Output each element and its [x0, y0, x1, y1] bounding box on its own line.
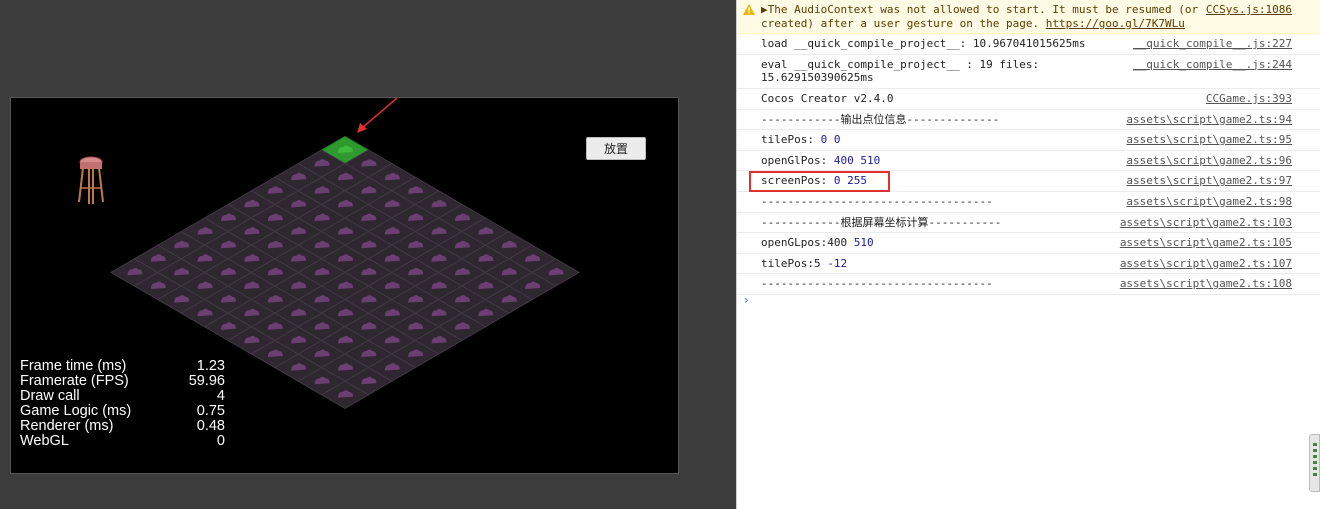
- console-row[interactable]: tilePos:5 -12 assets\script\game2.ts:107: [737, 254, 1320, 275]
- annotation-arrow: [357, 98, 398, 133]
- log-value: 510: [853, 236, 874, 250]
- console-row[interactable]: ----------------------------------- asset…: [737, 274, 1320, 295]
- source-link[interactable]: __quick_compile__.js:227: [1133, 37, 1292, 51]
- log-label: tilePos:: [761, 133, 821, 147]
- console-row[interactable]: openGLpos:400 510 assets\script\game2.ts:…: [737, 233, 1320, 254]
- warning-link[interactable]: https://goo.gl/7K7WLu: [1046, 17, 1185, 30]
- warning-icon: [743, 4, 755, 15]
- source-link[interactable]: assets\script\game2.ts:95: [1126, 133, 1292, 147]
- log-label: openGlPos:: [761, 153, 834, 167]
- console-prompt[interactable]: ›: [744, 293, 749, 307]
- log-message-continued: 15.629150390625ms: [761, 71, 874, 85]
- console-row[interactable]: ----------------------------------- asset…: [737, 192, 1320, 213]
- console-row[interactable]: ------------根据屏幕坐标计算----------- assets\sc…: [737, 213, 1320, 234]
- console-row[interactable]: openGlPos: 400 510 assets\script\game2.ts…: [737, 151, 1320, 172]
- source-link[interactable]: CCGame.js:393: [1206, 92, 1292, 106]
- devtools-console[interactable]: ▶The AudioContext was not allowed to sta…: [736, 0, 1320, 509]
- source-link[interactable]: assets\script\game2.ts:94: [1126, 113, 1292, 127]
- console-row[interactable]: screenPos: 0 255 assets\script\game2.ts:9…: [737, 171, 1320, 192]
- source-link[interactable]: assets\script\game2.ts:96: [1126, 154, 1292, 168]
- console-row[interactable]: ------------输出点位信息-------------- assets\s…: [737, 110, 1320, 131]
- debug-stats-panel: Frame time (ms) 1.23 Framerate (FPS) 59.96…: [20, 359, 225, 449]
- log-label: tilePos:5: [761, 256, 828, 270]
- stat-row-game-logic: Game Logic (ms) 0.75: [20, 403, 225, 419]
- source-link[interactable]: assets\script\game2.ts:108: [1120, 277, 1292, 291]
- console-warning-row[interactable]: ▶The AudioContext was not allowed to sta…: [737, 0, 1320, 35]
- console-row[interactable]: Cocos Creator v2.4.0 CCGame.js:393: [737, 89, 1320, 110]
- log-label: openGLpos:400: [761, 236, 854, 250]
- game-preview-pane: 放置 Frame time (ms) 1.23 Framerate (FPS) 59…: [0, 0, 736, 509]
- log-value: 0 255: [833, 174, 867, 188]
- stat-row-renderer: Renderer (ms) 0.48: [20, 418, 225, 434]
- source-link[interactable]: assets\script\game2.ts:98: [1126, 195, 1292, 209]
- console-row[interactable]: eval __quick_compile_project__ : 19 file…: [737, 55, 1320, 89]
- side-scroll-widget[interactable]: [1309, 434, 1320, 492]
- stat-row-webgl: WebGL 0: [20, 433, 225, 449]
- warning-message-line2: created) after a user gesture on the pag…: [761, 16, 1046, 30]
- source-link[interactable]: assets\script\game2.ts:97: [1126, 174, 1292, 188]
- source-link[interactable]: assets\script\game2.ts:103: [1120, 216, 1292, 230]
- stat-row-frame-time: Frame time (ms) 1.23: [20, 358, 225, 374]
- log-value: -12: [827, 256, 848, 270]
- console-row[interactable]: tilePos: 0 0 assets\script\game2.ts:95: [737, 130, 1320, 151]
- source-link[interactable]: __quick_compile__.js:244: [1133, 58, 1292, 72]
- stool-prop[interactable]: [78, 156, 104, 204]
- game-canvas[interactable]: 放置 Frame time (ms) 1.23 Framerate (FPS) 59…: [10, 97, 679, 474]
- log-value: 0 0: [820, 133, 841, 147]
- place-button[interactable]: 放置: [586, 137, 646, 160]
- warning-source-link[interactable]: CCSys.js:1086: [1206, 3, 1292, 17]
- stat-row-draw-call: Draw call 4: [20, 388, 225, 404]
- stat-row-framerate: Framerate (FPS) 59.96: [20, 373, 225, 389]
- log-label: screenPos:: [761, 174, 834, 188]
- console-row[interactable]: load __quick_compile_project__: 10.96704…: [737, 34, 1320, 55]
- source-link[interactable]: assets\script\game2.ts:105: [1120, 236, 1292, 250]
- log-value: 400 510: [833, 153, 881, 167]
- source-link[interactable]: assets\script\game2.ts:107: [1120, 257, 1292, 271]
